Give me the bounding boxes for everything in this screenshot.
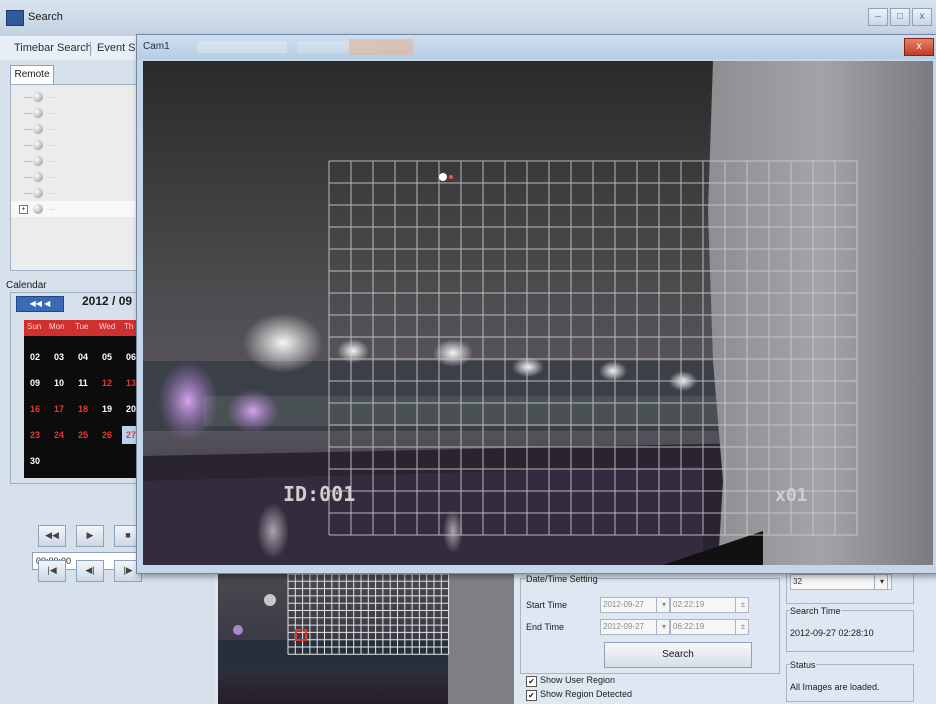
end-time-label: End Time <box>526 622 565 632</box>
calendar-day[interactable]: 26 <box>98 426 116 444</box>
camera-node-icon <box>33 172 43 182</box>
title-bar: Search – □ x <box>0 0 936 37</box>
show-region-detected-checkbox[interactable]: ✔ <box>526 690 537 701</box>
calendar-month: 2012 / 09 <box>82 294 133 308</box>
minimize-button[interactable]: – <box>868 8 888 26</box>
tab-event-search[interactable]: Event Se <box>97 42 142 54</box>
camera-node-icon <box>33 140 43 150</box>
tab-timebar-search[interactable]: Timebar Search <box>14 42 92 54</box>
cam-close-button[interactable]: x <box>904 38 934 56</box>
calendar-label: Calendar <box>6 280 47 291</box>
show-user-region-label: Show User Region <box>540 675 616 685</box>
calendar-day[interactable]: 04 <box>74 348 92 366</box>
weekday-label: Sun <box>27 322 42 331</box>
ghost-tab <box>349 39 413 55</box>
datetime-title: Date/Time Setting <box>526 574 598 584</box>
expand-icon[interactable]: + <box>19 205 28 214</box>
calendar-weekday-header: Sun Mon Tue Wed Th <box>24 320 144 336</box>
calendar-day[interactable]: 30 <box>26 452 44 470</box>
spinner-icon[interactable]: ± <box>735 597 749 613</box>
maximize-button[interactable]: □ <box>890 8 910 26</box>
camera-node-icon <box>33 156 43 166</box>
osd-right-text: x01 <box>775 485 808 506</box>
calendar-day[interactable]: 02 <box>26 348 44 366</box>
tab-remote[interactable]: Remote <box>10 65 54 84</box>
end-date-field[interactable]: 2012-09-27 <box>600 619 658 635</box>
ghost-tab <box>197 41 287 53</box>
start-date-field[interactable]: 2012-09-27 <box>600 597 658 613</box>
calendar-day[interactable]: 23 <box>26 426 44 444</box>
camera-node-icon <box>33 124 43 134</box>
calendar-day[interactable]: 19 <box>98 400 116 418</box>
calendar-day[interactable]: 10 <box>50 374 68 392</box>
show-region-detected-label: Show Region Detected <box>540 689 633 699</box>
calendar-day[interactable]: 16 <box>26 400 44 418</box>
search-button[interactable]: Search <box>604 642 752 668</box>
close-button[interactable]: x <box>912 8 932 26</box>
calendar-day[interactable]: 05 <box>98 348 116 366</box>
rewind-button[interactable]: ◀◀ <box>38 525 66 547</box>
camera-node-icon <box>33 92 43 102</box>
status-label: Status <box>790 660 816 670</box>
camera-node-icon <box>33 108 43 118</box>
calendar-day[interactable]: 03 <box>50 348 68 366</box>
cam-window-title: Cam1 <box>143 41 170 52</box>
show-user-region-checkbox[interactable]: ✔ <box>526 676 537 687</box>
cam-window[interactable]: Cam1 x ID:001 x01 <box>136 34 936 574</box>
weekday-label: Mon <box>49 322 65 331</box>
calendar-day[interactable]: 12 <box>98 374 116 392</box>
video-frame: ID:001 x01 <box>143 61 933 565</box>
search-time-value: 2012-09-27 02:28:10 <box>790 628 874 638</box>
calendar-day[interactable]: 18 <box>74 400 92 418</box>
weekday-label: Th <box>124 322 134 331</box>
end-time-field[interactable]: 06:22:19 <box>670 619 736 635</box>
thumbnail-image <box>218 570 514 704</box>
search-time-label: Search Time <box>790 606 841 616</box>
video-view[interactable]: ID:001 x01 <box>143 61 933 565</box>
tab-separator <box>90 42 91 56</box>
calendar-day[interactable]: 11 <box>74 374 92 392</box>
chevron-down-icon[interactable]: ▾ <box>656 619 670 635</box>
calendar-day[interactable]: 09 <box>26 374 44 392</box>
calendar-day[interactable]: 25 <box>74 426 92 444</box>
spinner-icon[interactable]: ± <box>735 619 749 635</box>
search-result-thumbnail[interactable] <box>218 570 514 704</box>
camera-node-icon <box>33 188 43 198</box>
calendar-prev-button[interactable]: ◀◀ ◀ <box>16 296 64 312</box>
start-time-field[interactable]: 02:22:19 <box>670 597 736 613</box>
weekday-label: Tue <box>75 322 89 331</box>
app-icon <box>6 10 24 26</box>
camera-node-icon <box>33 204 43 214</box>
osd-camera-id: ID:001 <box>283 482 355 506</box>
chevron-down-icon[interactable]: ▾ <box>656 597 670 613</box>
calendar-grid: 02 03 04 05 06 09 10 11 12 13 16 17 18 19 20 23 24 25 26 27… <box>24 336 144 478</box>
window-title: Search <box>28 11 63 23</box>
chevron-down-icon[interactable]: ▾ <box>874 574 888 590</box>
calendar-day[interactable]: 17 <box>50 400 68 418</box>
status-value: All Images are loaded. <box>790 682 880 692</box>
calendar-day[interactable]: 24 <box>50 426 68 444</box>
cam-title-bar[interactable]: Cam1 x <box>137 35 936 59</box>
start-time-label: Start Time <box>526 600 568 610</box>
play-button[interactable]: ▶ <box>76 525 104 547</box>
weekday-label: Wed <box>99 322 116 331</box>
prev-frame-button[interactable]: ◀| <box>76 560 104 582</box>
first-frame-button[interactable]: |◀ <box>38 560 66 582</box>
